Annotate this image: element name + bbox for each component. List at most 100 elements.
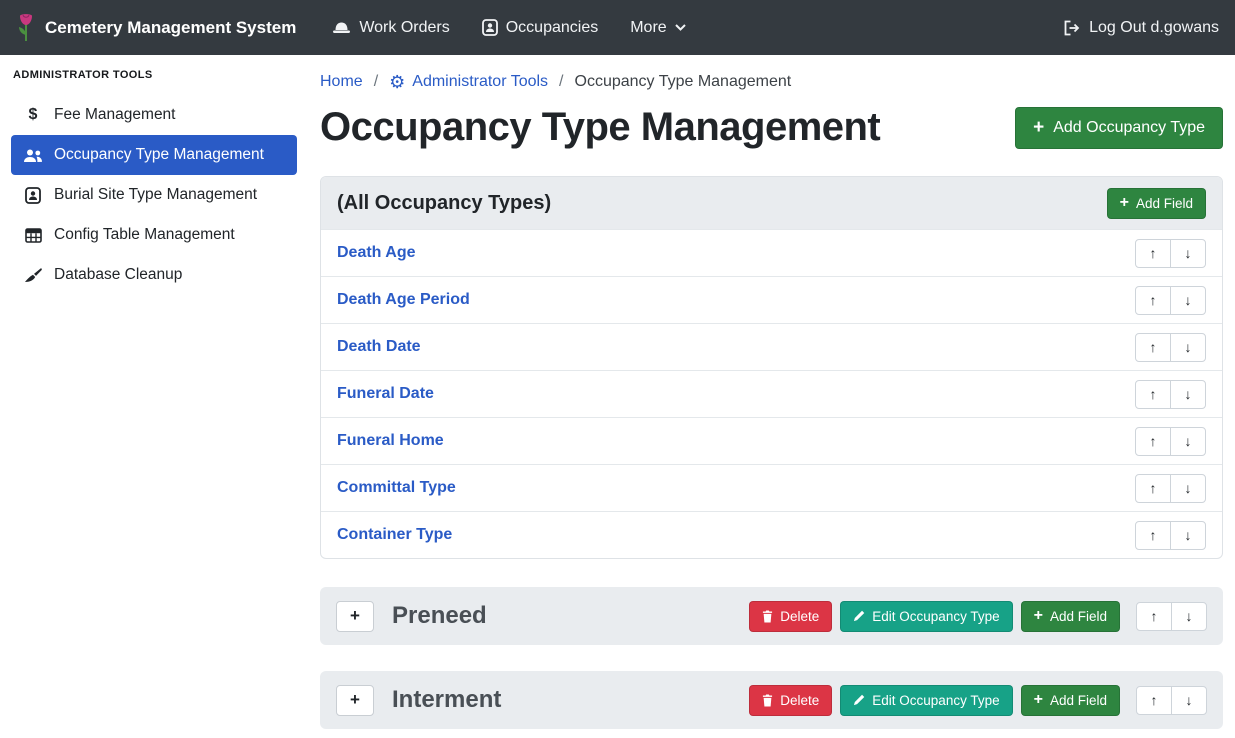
move-up-button[interactable]: ↑ [1136, 686, 1172, 715]
move-down-button[interactable]: ↓ [1170, 286, 1206, 315]
nav-more-label: More [630, 19, 666, 37]
nav-occupancies[interactable]: Occupancies [482, 19, 599, 37]
edit-occupancy-type-button[interactable]: Edit Occupancy Type [840, 685, 1012, 716]
delete-button[interactable]: Delete [749, 601, 832, 632]
add-occupancy-type-button[interactable]: + Add Occupancy Type [1015, 107, 1223, 149]
breadcrumb: Home / ⚙ Administrator Tools / Occupancy… [320, 73, 1223, 91]
arrow-up-icon: ↑ [1150, 387, 1157, 401]
sidebar-item-database-cleanup[interactable]: Database Cleanup [11, 255, 297, 295]
field-row: Death Age ↑ ↓ [321, 229, 1222, 276]
card-header: (All Occupancy Types) + Add Field [321, 177, 1222, 229]
all-occupancy-types-card: (All Occupancy Types) + Add Field Death … [320, 176, 1223, 559]
edit-occupancy-type-button[interactable]: Edit Occupancy Type [840, 601, 1012, 632]
arrow-up-icon: ↑ [1150, 528, 1157, 542]
add-field-button[interactable]: + Add Field [1107, 188, 1206, 219]
expand-button[interactable]: + [336, 685, 374, 716]
sidebar-item-fee-management[interactable]: $ Fee Management [11, 95, 297, 135]
plus-icon: + [1034, 608, 1043, 624]
gear-icon: ⚙ [389, 73, 405, 91]
move-up-button[interactable]: ↑ [1135, 286, 1171, 315]
sidebar-item-label: Database Cleanup [54, 266, 182, 284]
nav-work-orders[interactable]: Work Orders [332, 19, 449, 37]
breadcrumb-separator: / [374, 73, 378, 91]
plus-icon: + [1120, 195, 1129, 211]
move-down-button[interactable]: ↓ [1170, 333, 1206, 362]
plus-icon: + [350, 690, 360, 710]
sidebar-item-occupancy-type-management[interactable]: Occupancy Type Management [11, 135, 297, 175]
field-row: Death Age Period ↑ ↓ [321, 276, 1222, 323]
delete-label: Delete [780, 693, 819, 708]
arrow-up-icon: ↑ [1150, 434, 1157, 448]
users-icon [23, 148, 43, 163]
field-link[interactable]: Funeral Date [337, 385, 434, 403]
main-content: Home / ⚙ Administrator Tools / Occupancy… [308, 55, 1235, 738]
trash-icon [762, 610, 773, 623]
move-down-button[interactable]: ↓ [1170, 239, 1206, 268]
move-up-button[interactable]: ↑ [1135, 427, 1171, 456]
reorder-controls: ↑ ↓ [1135, 380, 1206, 409]
add-field-label: Add Field [1050, 693, 1107, 708]
add-field-button[interactable]: + Add Field [1021, 685, 1120, 716]
sidebar-item-label: Burial Site Type Management [54, 186, 257, 204]
field-row: Funeral Home ↑ ↓ [321, 417, 1222, 464]
move-down-button[interactable]: ↓ [1171, 686, 1207, 715]
move-up-button[interactable]: ↑ [1135, 474, 1171, 503]
field-link[interactable]: Death Age Period [337, 291, 470, 309]
arrow-up-icon: ↑ [1150, 293, 1157, 307]
sidebar-item-config-table-management[interactable]: Config Table Management [11, 215, 297, 255]
title-row: Occupancy Type Management + Add Occupanc… [320, 105, 1223, 150]
occupancy-frame-icon [482, 19, 498, 36]
arrow-up-icon: ↑ [1150, 481, 1157, 495]
broom-icon [23, 267, 43, 283]
delete-button[interactable]: Delete [749, 685, 832, 716]
field-link[interactable]: Funeral Home [337, 432, 444, 450]
nav-more[interactable]: More [630, 19, 685, 37]
arrow-up-icon: ↑ [1150, 340, 1157, 354]
move-down-button[interactable]: ↓ [1170, 427, 1206, 456]
nav-work-orders-label: Work Orders [359, 19, 449, 37]
logout-button[interactable]: Log Out d.gowans [1063, 19, 1219, 37]
section-title: Interment [392, 686, 501, 714]
move-down-button[interactable]: ↓ [1171, 602, 1207, 631]
arrow-down-icon: ↓ [1185, 528, 1192, 542]
pencil-icon [853, 610, 865, 622]
field-link[interactable]: Committal Type [337, 479, 456, 497]
move-down-button[interactable]: ↓ [1170, 380, 1206, 409]
reorder-controls: ↑ ↓ [1135, 521, 1206, 550]
trash-icon [762, 694, 773, 707]
field-link[interactable]: Death Date [337, 338, 421, 356]
section-actions: Delete Edit Occupancy Type + Add Field ↑ [749, 601, 1207, 632]
reorder-controls: ↑ ↓ [1135, 474, 1206, 503]
reorder-controls: ↑ ↓ [1135, 427, 1206, 456]
navbar-links: Work Orders Occupancies More [332, 19, 717, 37]
field-link[interactable]: Container Type [337, 526, 452, 544]
add-field-button[interactable]: + Add Field [1021, 601, 1120, 632]
field-link[interactable]: Death Age [337, 244, 416, 262]
breadcrumb-admin-tools[interactable]: ⚙ Administrator Tools [389, 73, 548, 91]
add-occupancy-type-label: Add Occupancy Type [1053, 119, 1205, 137]
add-field-label: Add Field [1136, 196, 1193, 211]
field-row: Committal Type ↑ ↓ [321, 464, 1222, 511]
move-down-button[interactable]: ↓ [1170, 521, 1206, 550]
move-up-button[interactable]: ↑ [1135, 333, 1171, 362]
move-up-button[interactable]: ↑ [1135, 239, 1171, 268]
brand-title[interactable]: Cemetery Management System [45, 18, 296, 38]
page-title: Occupancy Type Management [320, 105, 880, 150]
arrow-down-icon: ↓ [1185, 387, 1192, 401]
move-up-button[interactable]: ↑ [1135, 380, 1171, 409]
logout-label: Log Out d.gowans [1089, 19, 1219, 37]
move-down-button[interactable]: ↓ [1170, 474, 1206, 503]
plus-icon: + [350, 606, 360, 626]
sidebar-item-label: Config Table Management [54, 226, 235, 244]
breadcrumb-admin-tools-label: Administrator Tools [412, 73, 548, 91]
reorder-controls: ↑ ↓ [1136, 686, 1207, 715]
move-up-button[interactable]: ↑ [1136, 602, 1172, 631]
sidebar-item-burial-site-type-management[interactable]: Burial Site Type Management [11, 175, 297, 215]
breadcrumb-home[interactable]: Home [320, 73, 363, 91]
occupancy-type-section-interment: + Interment Delete [320, 671, 1223, 729]
arrow-down-icon: ↓ [1186, 609, 1193, 623]
burial-site-icon [23, 187, 43, 204]
move-up-button[interactable]: ↑ [1135, 521, 1171, 550]
expand-button[interactable]: + [336, 601, 374, 632]
section-title: Preneed [392, 602, 487, 630]
